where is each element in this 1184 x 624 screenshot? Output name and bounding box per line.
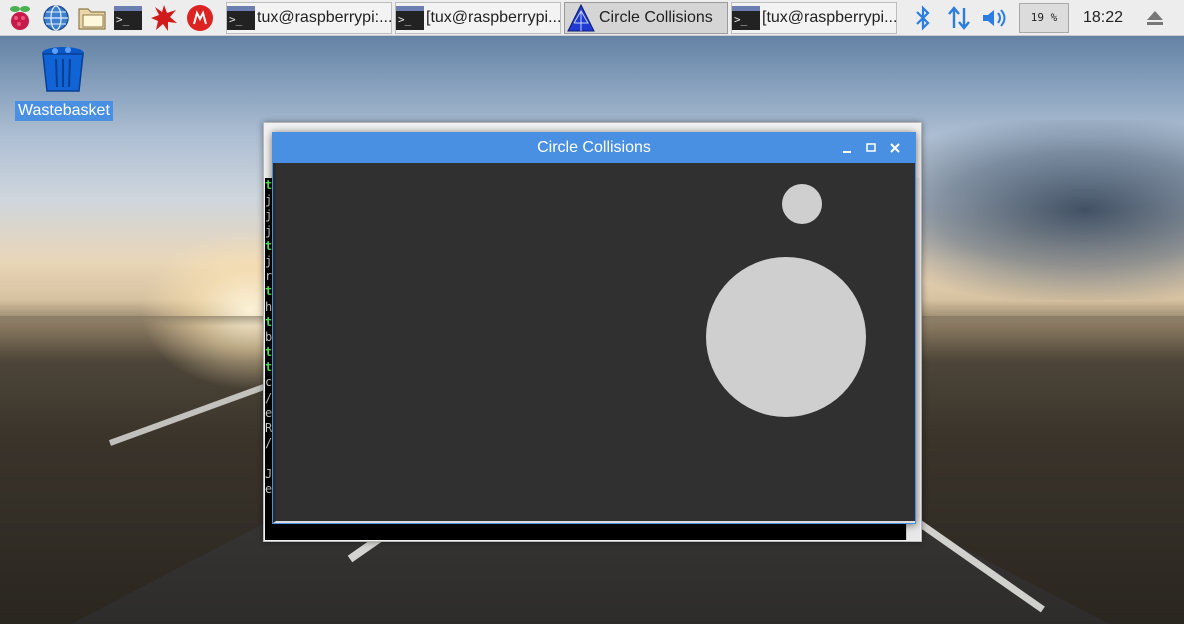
window-controls [835, 133, 907, 163]
close-icon[interactable] [883, 136, 907, 160]
task-terminal-2[interactable]: >_ [tux@raspberrypi... [395, 1, 561, 34]
task-circle-collisions[interactable]: Circle Collisions [564, 1, 728, 34]
pygame-window-icon [565, 3, 597, 33]
task-label: [tux@raspberrypi... [426, 8, 561, 26]
desktop-icon-wastebasket[interactable]: Wastebasket [15, 45, 113, 121]
small-circle [782, 184, 822, 224]
minimize-icon[interactable] [835, 136, 859, 160]
wolfram-icon[interactable] [184, 2, 216, 34]
raspberry-menu-icon[interactable] [4, 2, 36, 34]
web-browser-globe-icon[interactable] [40, 2, 72, 34]
circle-collisions-window[interactable]: Circle Collisions [272, 132, 916, 524]
eject-icon[interactable] [1137, 0, 1173, 36]
taskbar: >_ >_ tux@raspberrypi:... >_ [tux@raspbe… [0, 0, 1184, 36]
terminal-icon: >_ [732, 3, 760, 33]
task-label: Circle Collisions [599, 8, 713, 26]
cpu-usage-value: 19 % [1030, 11, 1058, 24]
maximize-icon[interactable] [859, 136, 883, 160]
road-marking-left [108, 382, 271, 446]
desktop-icon-label: Wastebasket [15, 101, 113, 121]
task-terminal-1[interactable]: >_ tux@raspberrypi:... [226, 1, 392, 34]
task-label: tux@raspberrypi:... [257, 8, 392, 26]
large-circle [706, 257, 866, 417]
window-titlebar[interactable]: Circle Collisions [273, 133, 915, 163]
network-arrows-icon[interactable] [941, 0, 977, 36]
terminal-icon: >_ [227, 3, 255, 33]
wastebasket-icon [42, 47, 84, 92]
volume-icon[interactable] [977, 0, 1013, 36]
clock[interactable]: 18:22 [1075, 9, 1131, 27]
cpu-usage-monitor[interactable]: 19 % [1019, 2, 1069, 33]
window-title: Circle Collisions [537, 139, 651, 156]
terminal-icon[interactable]: >_ [112, 2, 144, 34]
task-terminal-3[interactable]: >_ [tux@raspberrypi... [731, 1, 897, 34]
system-tray: 19 % 18:22 [905, 0, 1173, 36]
game-canvas[interactable] [273, 163, 915, 523]
math-kernel-burst-icon[interactable] [148, 2, 180, 34]
terminal-icon: >_ [396, 3, 424, 33]
file-manager-folder-icon[interactable] [76, 2, 108, 34]
bluetooth-icon[interactable] [905, 0, 941, 36]
task-label: [tux@raspberrypi... [762, 8, 897, 26]
